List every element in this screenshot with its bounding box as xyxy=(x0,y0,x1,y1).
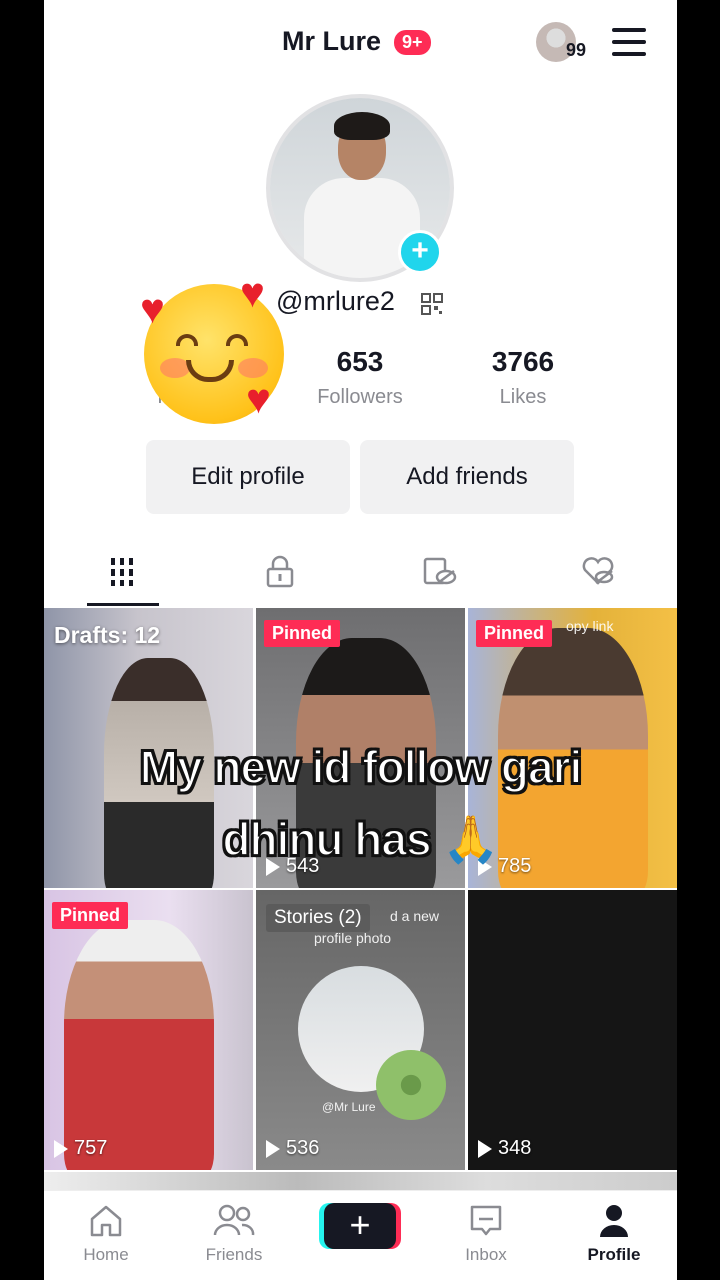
add-friends-button[interactable]: Add friends xyxy=(360,440,574,514)
pinned-badge: Pinned xyxy=(476,620,553,647)
home-icon xyxy=(90,1205,122,1237)
bottom-navigation: Home Friends + Inbox Profile xyxy=(44,1190,677,1280)
friends-count: 99 xyxy=(566,40,587,60)
followers-label: Followers xyxy=(317,386,403,408)
plus-icon: + xyxy=(349,1204,371,1245)
drafts-label: Drafts: 12 xyxy=(54,622,161,648)
video-tile[interactable]: Pinned 757 xyxy=(44,890,253,1170)
videos-grid-tab[interactable] xyxy=(102,552,142,592)
pinned-badge: Pinned xyxy=(264,620,341,647)
reposts-tab[interactable] xyxy=(420,552,460,592)
pinned-badge: Pinned xyxy=(52,902,129,929)
likes-label: Likes xyxy=(499,386,547,408)
play-icon xyxy=(266,1139,280,1158)
view-count: 757 xyxy=(54,1137,107,1160)
lock-icon xyxy=(266,555,294,588)
header: Mr Lure 9+ 99 xyxy=(44,0,677,88)
active-tab-indicator xyxy=(87,603,159,606)
private-videos-tab[interactable] xyxy=(260,552,300,592)
view-count: 536 xyxy=(266,1137,319,1160)
video-tile[interactable]: 348 xyxy=(468,890,677,1170)
liked-videos-tab[interactable] xyxy=(578,552,618,592)
profile-tabs xyxy=(44,540,677,608)
repost-hidden-icon xyxy=(423,557,457,585)
liked-hidden-icon xyxy=(582,557,614,585)
nav-inbox[interactable]: Inbox xyxy=(436,1201,536,1265)
stories-tile[interactable]: Stories (2) d a new profile photo @Mr Lu… xyxy=(256,890,465,1170)
story-caption-2: profile photo xyxy=(314,930,392,946)
profile-screen: Mr Lure 9+ 99 + @mrlure2 Fo 653 Follower… xyxy=(44,0,677,1280)
play-icon xyxy=(54,1139,68,1158)
view-count: 348 xyxy=(478,1137,531,1160)
add-avatar-icon[interactable]: + xyxy=(398,230,442,274)
watermark: @Mr Lure xyxy=(322,1100,376,1114)
inbox-icon xyxy=(470,1205,502,1236)
menu-icon[interactable] xyxy=(612,28,646,56)
smiling-face-hearts-sticker: ♥ ♥ ♥ xyxy=(140,272,290,428)
profile-icon xyxy=(600,1205,628,1237)
qr-code-icon[interactable] xyxy=(420,292,444,316)
stories-label: Stories (2) xyxy=(266,904,370,932)
edit-profile-button[interactable]: Edit profile xyxy=(146,440,350,514)
followers-count: 653 xyxy=(336,346,384,377)
create-post-button[interactable]: + xyxy=(324,1203,396,1249)
folded-hands-emoji: 🙏 xyxy=(442,813,499,865)
nav-friends[interactable]: Friends xyxy=(184,1201,284,1265)
username: @mrlure2 xyxy=(276,286,395,316)
story-caption: d a new xyxy=(390,908,440,924)
overlay-caption-line1: My new id follow gari xyxy=(139,740,584,794)
profile-display-name[interactable]: Mr Lure xyxy=(282,26,381,57)
overlay-caption-line2: dhinu has 🙏 xyxy=(221,812,499,866)
grid-icon xyxy=(111,558,133,586)
notification-badge: 9+ xyxy=(394,30,431,55)
nav-home[interactable]: Home xyxy=(56,1201,156,1265)
likes-count: 3766 xyxy=(491,346,555,377)
play-icon xyxy=(478,1139,492,1158)
likes-stat[interactable]: 3766 Likes xyxy=(458,346,588,409)
copy-link-text: opy link xyxy=(566,618,614,634)
nav-profile[interactable]: Profile xyxy=(564,1201,664,1265)
followers-stat[interactable]: 653 Followers xyxy=(295,346,425,409)
friends-icon xyxy=(213,1204,255,1236)
